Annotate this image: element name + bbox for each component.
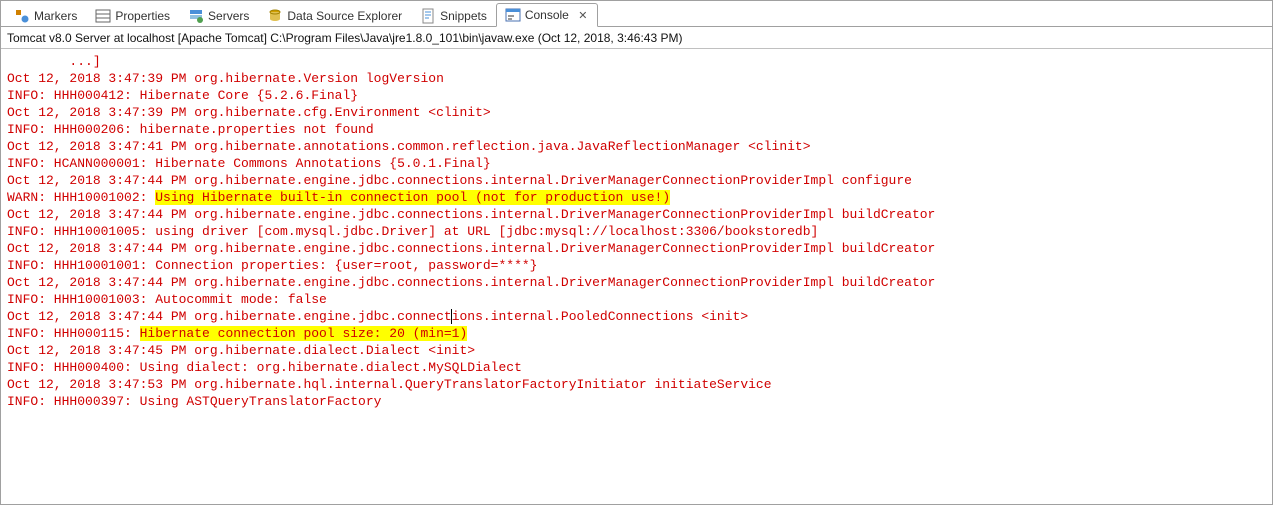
console-line: ...] <box>7 53 1266 70</box>
close-icon[interactable]: ✕ <box>577 9 589 21</box>
console-line: Oct 12, 2018 3:47:41 PM org.hibernate.an… <box>7 138 1266 155</box>
console-line: Oct 12, 2018 3:47:44 PM org.hibernate.en… <box>7 240 1266 257</box>
console-line: Oct 12, 2018 3:47:39 PM org.hibernate.Ve… <box>7 70 1266 87</box>
console-line: Oct 12, 2018 3:47:45 PM org.hibernate.di… <box>7 342 1266 359</box>
datasource-icon <box>267 8 283 24</box>
console-line: INFO: HHH10001001: Connection properties… <box>7 257 1266 274</box>
tab-markers[interactable]: Markers <box>5 3 86 27</box>
console-line: INFO: HHH10001005: using driver [com.mys… <box>7 223 1266 240</box>
tab-properties[interactable]: Properties <box>86 3 179 27</box>
console-line: Oct 12, 2018 3:47:44 PM org.hibernate.en… <box>7 172 1266 189</box>
highlighted-text: Using Hibernate built-in connection pool… <box>155 190 670 205</box>
console-line: INFO: HHH000400: Using dialect: org.hibe… <box>7 359 1266 376</box>
markers-icon <box>14 8 30 24</box>
console-line: Oct 12, 2018 3:47:44 PM org.hibernate.en… <box>7 274 1266 291</box>
console-output[interactable]: ...]Oct 12, 2018 3:47:39 PM org.hibernat… <box>1 49 1272 414</box>
servers-icon <box>188 8 204 24</box>
tab-console[interactable]: Console ✕ <box>496 3 598 27</box>
tab-label: Properties <box>115 9 170 23</box>
properties-icon <box>95 8 111 24</box>
tab-label: Snippets <box>440 9 487 23</box>
console-line: Oct 12, 2018 3:47:44 PM org.hibernate.en… <box>7 206 1266 223</box>
tab-datasource[interactable]: Data Source Explorer <box>258 3 411 27</box>
tab-servers[interactable]: Servers <box>179 3 258 27</box>
console-line: INFO: HHH000115: Hibernate connection po… <box>7 325 1266 342</box>
console-status: Tomcat v8.0 Server at localhost [Apache … <box>1 27 1272 49</box>
console-line: Oct 12, 2018 3:47:39 PM org.hibernate.cf… <box>7 104 1266 121</box>
tab-snippets[interactable]: Snippets <box>411 3 496 27</box>
text-caret <box>451 309 452 324</box>
console-line: INFO: HHH10001003: Autocommit mode: fals… <box>7 291 1266 308</box>
console-line: WARN: HHH10001002: Using Hibernate built… <box>7 189 1266 206</box>
tab-label: Console <box>525 8 569 22</box>
tab-label: Markers <box>34 9 77 23</box>
snippets-icon <box>420 8 436 24</box>
console-line: INFO: HHH000412: Hibernate Core {5.2.6.F… <box>7 87 1266 104</box>
console-line: INFO: HHH000397: Using ASTQueryTranslato… <box>7 393 1266 410</box>
tab-bar: Markers Properties Servers Data Source E… <box>1 1 1272 27</box>
console-line: INFO: HCANN000001: Hibernate Commons Ann… <box>7 155 1266 172</box>
console-line: INFO: HHH000206: hibernate.properties no… <box>7 121 1266 138</box>
console-line: Oct 12, 2018 3:47:53 PM org.hibernate.hq… <box>7 376 1266 393</box>
highlighted-text: Hibernate connection pool size: 20 (min=… <box>140 326 468 341</box>
console-line: Oct 12, 2018 3:47:44 PM org.hibernate.en… <box>7 308 1266 325</box>
tab-label: Data Source Explorer <box>287 9 402 23</box>
tab-label: Servers <box>208 9 249 23</box>
console-icon <box>505 7 521 23</box>
